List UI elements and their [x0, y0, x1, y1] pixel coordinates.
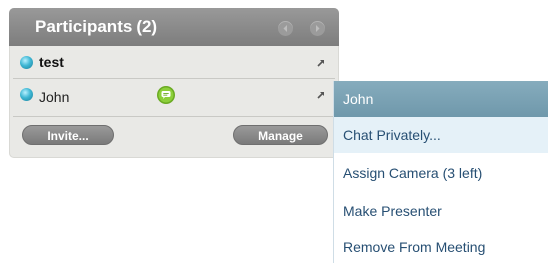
chevron-right-icon[interactable]: [310, 21, 325, 36]
stage: Participants (2) test John Invite... Man…: [0, 0, 548, 263]
context-menu-header: John: [334, 81, 548, 117]
status-dot-icon: [20, 56, 33, 69]
expand-arrow-icon[interactable]: [316, 58, 326, 68]
expand-arrow-icon[interactable]: [316, 90, 326, 100]
participant-name: test: [39, 54, 64, 70]
menu-item-label: Make Presenter: [343, 203, 442, 219]
menu-item-label: Remove From Meeting: [343, 239, 486, 255]
participant-row[interactable]: test: [9, 48, 339, 78]
menu-item-label: Assign Camera (3 left): [343, 165, 483, 181]
participant-row[interactable]: John: [9, 80, 339, 110]
participant-context-menu: John Chat Privately... Assign Camera (3 …: [333, 81, 548, 263]
menu-item-make-presenter[interactable]: Make Presenter: [334, 193, 548, 229]
menu-item-label: Chat Privately...: [343, 127, 441, 143]
panel-title-text: Participants: [35, 17, 133, 36]
participants-panel-header: Participants (2): [9, 8, 339, 46]
status-dot-icon: [20, 88, 33, 101]
row-divider: [13, 116, 335, 117]
participant-count: (2): [136, 17, 158, 36]
manage-button[interactable]: Manage: [233, 125, 328, 145]
chat-bubble-icon[interactable]: [156, 85, 176, 105]
participant-name: John: [39, 89, 70, 105]
chevron-left-icon[interactable]: [278, 21, 293, 36]
menu-item-remove-from-meeting[interactable]: Remove From Meeting: [334, 229, 548, 263]
invite-button[interactable]: Invite...: [22, 125, 114, 145]
menu-item-assign-camera[interactable]: Assign Camera (3 left): [334, 155, 548, 191]
row-divider: [13, 78, 335, 79]
participants-panel: Participants (2) test John Invite... Man…: [9, 8, 339, 158]
context-menu-title: John: [343, 91, 374, 107]
menu-item-chat-privately[interactable]: Chat Privately...: [334, 117, 548, 153]
panel-title: Participants (2): [35, 17, 157, 37]
